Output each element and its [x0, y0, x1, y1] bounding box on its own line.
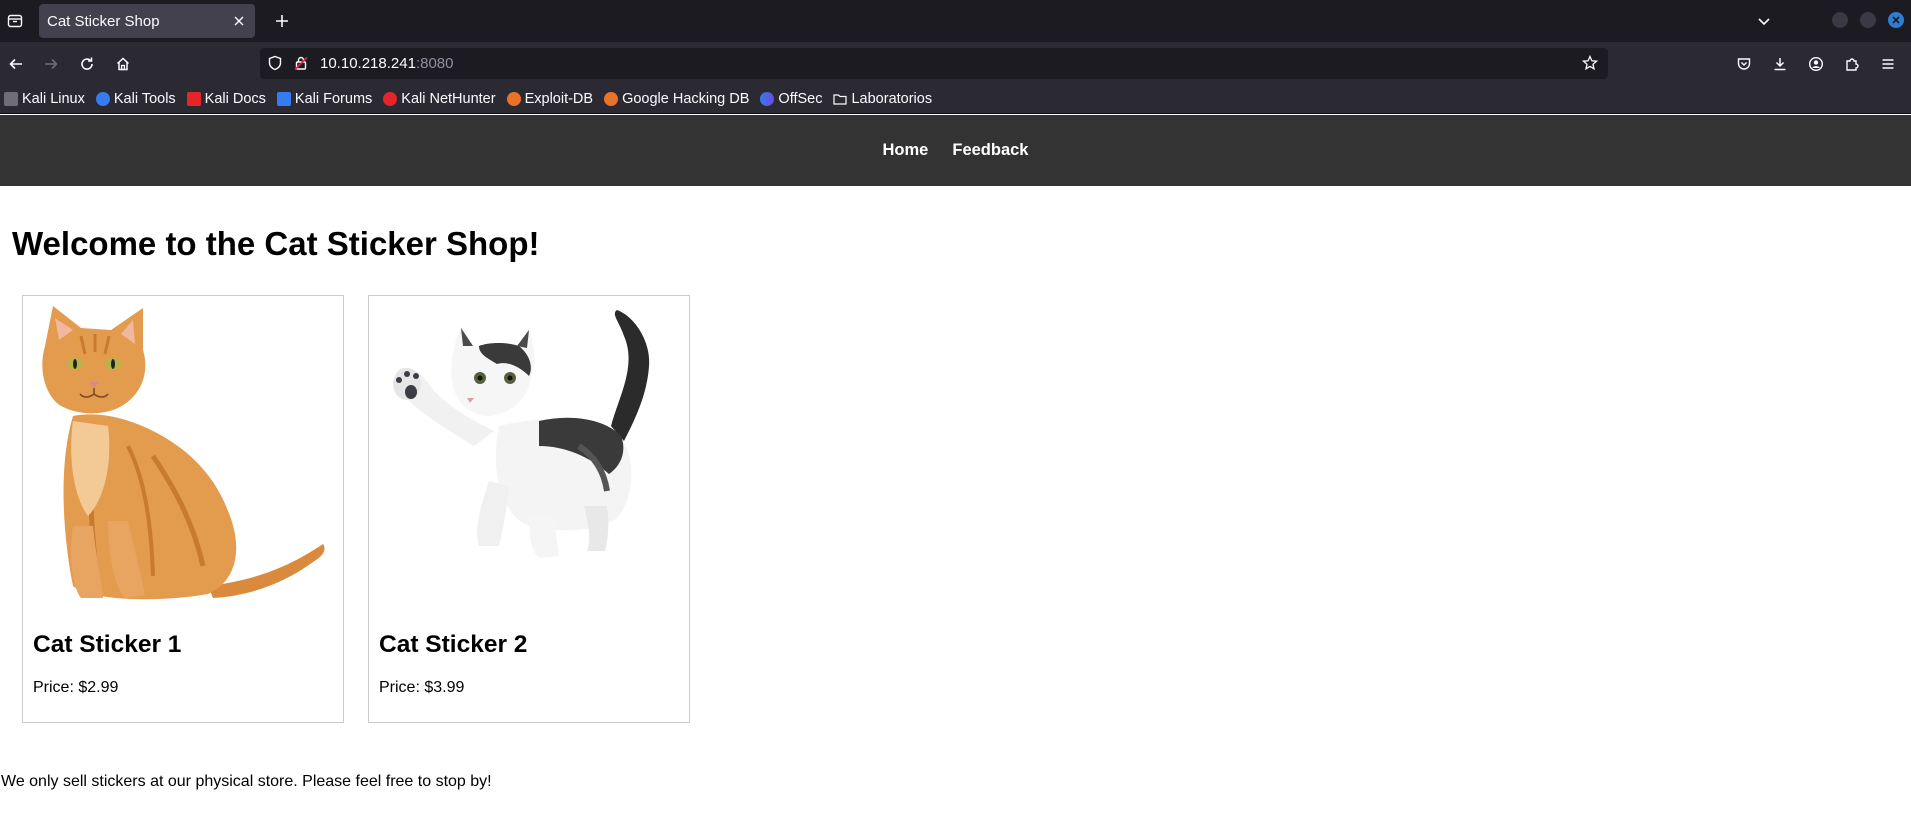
browser-toolbar: 10.10.218.241:8080	[0, 42, 1911, 84]
bookmarks-toolbar: Kali Linux Kali Tools Kali Docs Kali For…	[0, 84, 1911, 114]
url-host: 10.10.218.241	[320, 55, 416, 72]
kali-docs-icon	[186, 91, 201, 106]
downloads-icon[interactable]	[1767, 51, 1793, 77]
bookmark-google-hacking-db[interactable]: Google Hacking DB	[604, 91, 749, 107]
new-tab-icon[interactable]	[268, 7, 296, 35]
forward-arrow-icon[interactable]	[38, 51, 64, 77]
product-price: Price: $3.99	[379, 679, 465, 696]
bookmark-offsec[interactable]: OffSec	[760, 91, 822, 107]
account-icon[interactable]	[1803, 51, 1829, 77]
product-card: Cat Sticker 1 Price: $2.99	[22, 295, 344, 723]
close-tab-icon[interactable]	[227, 9, 251, 33]
url-port: :8080	[415, 55, 454, 72]
bookmark-label: OffSec	[778, 90, 823, 107]
product-card: Cat Sticker 2 Price: $3.99	[368, 295, 690, 723]
orange-tabby-cat-image	[33, 306, 333, 606]
browser-tab-active[interactable]: Cat Sticker Shop	[39, 4, 255, 38]
bookmark-label: Kali Forums	[294, 90, 373, 107]
kali-dragon-icon	[4, 91, 18, 106]
bookmark-exploit-db[interactable]: Exploit-DB	[506, 90, 594, 107]
bookmark-label: Kali Linux	[22, 90, 85, 107]
insecure-lock-icon[interactable]	[293, 55, 309, 76]
bookmark-folder-laboratorios[interactable]: Laboratorios	[833, 91, 932, 107]
home-icon[interactable]	[110, 51, 136, 77]
bookmark-label: Laboratorios	[851, 90, 933, 107]
bookmark-label: Exploit-DB	[524, 90, 594, 107]
browser-tab-strip: Cat Sticker Shop	[0, 0, 1911, 42]
bookmark-kali-tools[interactable]: Kali Tools	[95, 90, 176, 107]
address-bar[interactable]: 10.10.218.241:8080	[260, 48, 1608, 79]
window-maximize-button[interactable]	[1860, 12, 1876, 28]
pocket-icon[interactable]	[1731, 51, 1757, 77]
bookmark-label: Kali NetHunter	[401, 90, 496, 107]
chevron-down-icon[interactable]	[1750, 8, 1778, 34]
url-text: 10.10.218.241:8080	[320, 55, 453, 72]
exploit-db-icon	[506, 91, 521, 106]
extensions-icon[interactable]	[1839, 51, 1865, 77]
page-title: Welcome to the Cat Sticker Shop!	[12, 225, 540, 262]
folder-icon	[833, 92, 848, 106]
window-minimize-button[interactable]	[1832, 12, 1848, 28]
bookmark-label: Kali Tools	[113, 90, 176, 107]
window-close-button[interactable]	[1888, 12, 1904, 28]
reload-icon[interactable]	[74, 51, 100, 77]
bookmark-kali-nethunter[interactable]: Kali NetHunter	[383, 90, 496, 107]
kali-tools-icon	[95, 91, 110, 106]
back-arrow-icon[interactable]	[3, 51, 29, 77]
product-price: Price: $2.99	[33, 679, 119, 696]
offsec-icon	[760, 91, 775, 106]
product-name: Cat Sticker 2	[379, 631, 528, 658]
bookmark-kali-linux[interactable]: Kali Linux	[4, 91, 85, 107]
nethunter-icon	[383, 91, 398, 106]
product-name: Cat Sticker 1	[33, 631, 182, 658]
white-tabby-kitten-image	[379, 306, 679, 606]
menu-hamburger-icon[interactable]	[1875, 51, 1901, 77]
bookmark-star-icon[interactable]	[1581, 54, 1599, 76]
ghdb-icon	[604, 91, 619, 106]
tab-title: Cat Sticker Shop	[47, 12, 160, 30]
store-notice: We only sell stickers at our physical st…	[1, 773, 492, 790]
bookmark-label: Kali Docs	[204, 90, 266, 107]
bookmark-kali-forums[interactable]: Kali Forums	[276, 90, 373, 107]
nav-link-feedback[interactable]: Feedback	[952, 141, 1028, 160]
bookmark-kali-docs[interactable]: Kali Docs	[186, 90, 266, 107]
bookmark-label: Google Hacking DB	[622, 90, 750, 107]
tab-list-icon[interactable]	[2, 8, 28, 34]
kali-forums-icon	[276, 91, 291, 106]
site-navigation: Home Feedback	[0, 115, 1911, 186]
shield-icon[interactable]	[267, 55, 283, 76]
nav-link-home[interactable]: Home	[883, 141, 929, 160]
